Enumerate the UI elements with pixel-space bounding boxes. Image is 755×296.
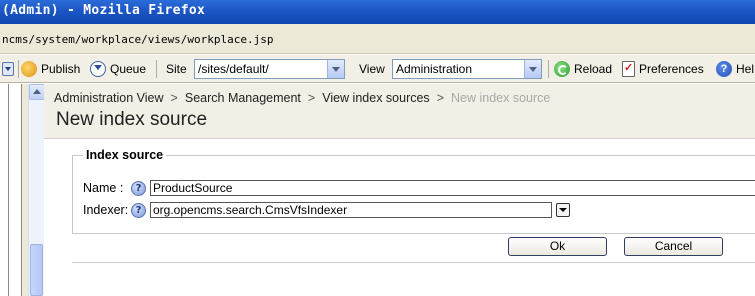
page-header: Administration View > Search Management > Vi…: [44, 84, 755, 139]
indexer-row: Indexer: ? org.opencms.search.CmsVfsInde…: [83, 202, 570, 218]
breadcrumb-separator: >: [170, 91, 178, 105]
preferences-label: Preferences: [639, 62, 704, 76]
ok-button[interactable]: Ok: [508, 237, 607, 256]
main-content: Administration View > Search Management > Vi…: [44, 84, 755, 296]
divider: [72, 262, 755, 263]
site-select-value: /sites/default/: [198, 62, 269, 76]
breadcrumb-item-current: New index source: [451, 91, 551, 105]
workplace-toolbar: Publish Queue Site /sites/default/ View …: [0, 55, 755, 83]
help-question-icon[interactable]: ?: [131, 180, 146, 196]
breadcrumb-separator: >: [436, 91, 444, 105]
publish-icon: [21, 61, 37, 77]
view-label: View: [359, 62, 385, 76]
page-title: New index source: [56, 109, 208, 130]
scroll-up-button[interactable]: [29, 84, 45, 100]
preferences-button[interactable]: Preferences: [622, 55, 704, 83]
queue-button[interactable]: Queue: [90, 55, 146, 83]
view-select-value: Administration: [396, 62, 473, 76]
preferences-icon: [622, 61, 635, 77]
help-label: Hel: [736, 62, 755, 76]
help-button[interactable]: ? Hel: [716, 55, 754, 83]
reload-icon: [554, 61, 570, 77]
publish-label: Publish: [41, 62, 81, 76]
view-select[interactable]: Administration: [392, 59, 542, 79]
address-url[interactable]: ncms/system/workplace/views/workplace.js…: [2, 33, 274, 46]
name-field[interactable]: ProductSource: [150, 180, 755, 196]
cancel-button[interactable]: Cancel: [624, 237, 723, 256]
name-label: Name :: [83, 181, 124, 195]
toolbar-separator: [548, 60, 549, 78]
site-label: Site: [166, 62, 187, 76]
down-button[interactable]: [2, 55, 14, 83]
reload-label: Reload: [574, 62, 613, 76]
breadcrumb-item-view-index-sources[interactable]: View index sources: [322, 91, 429, 105]
breadcrumb-item-administration-view[interactable]: Administration View: [54, 91, 164, 105]
reload-button[interactable]: Reload: [554, 55, 612, 83]
vertical-scrollbar[interactable]: [28, 84, 45, 296]
help-icon: ?: [716, 61, 732, 77]
window-title: (Admin) - Mozilla Firefox: [0, 0, 755, 24]
index-source-group: Index source Name : ? ProductSource Inde…: [72, 148, 755, 234]
chevron-down-icon[interactable]: [556, 203, 570, 217]
chevron-down-icon[interactable]: [524, 60, 541, 78]
breadcrumb: Administration View > Search Management > Vi…: [54, 91, 550, 105]
queue-icon: [90, 61, 106, 77]
chevron-down-icon[interactable]: [327, 60, 344, 78]
queue-label: Queue: [110, 62, 147, 76]
publish-button[interactable]: Publish: [21, 55, 80, 83]
down-arrow-icon: [2, 62, 14, 76]
breadcrumb-separator: >: [307, 91, 316, 105]
scroll-thumb[interactable]: [30, 244, 43, 296]
indexer-label: Indexer:: [83, 203, 129, 217]
name-row: Name : ? ProductSource: [83, 180, 755, 196]
left-frame: [0, 84, 22, 296]
breadcrumb-item-search-management[interactable]: Search Management: [185, 91, 301, 105]
help-question-icon[interactable]: ?: [131, 202, 146, 218]
group-legend: Index source: [86, 148, 164, 162]
site-select[interactable]: /sites/default/: [194, 59, 345, 79]
indexer-select[interactable]: org.opencms.search.CmsVfsIndexer: [150, 202, 552, 218]
left-frame-inner: [0, 84, 9, 296]
address-bar[interactable]: ncms/system/workplace/views/workplace.js…: [0, 24, 755, 54]
toolbar-separator: [156, 60, 157, 78]
toolbar-separator: [18, 60, 19, 78]
